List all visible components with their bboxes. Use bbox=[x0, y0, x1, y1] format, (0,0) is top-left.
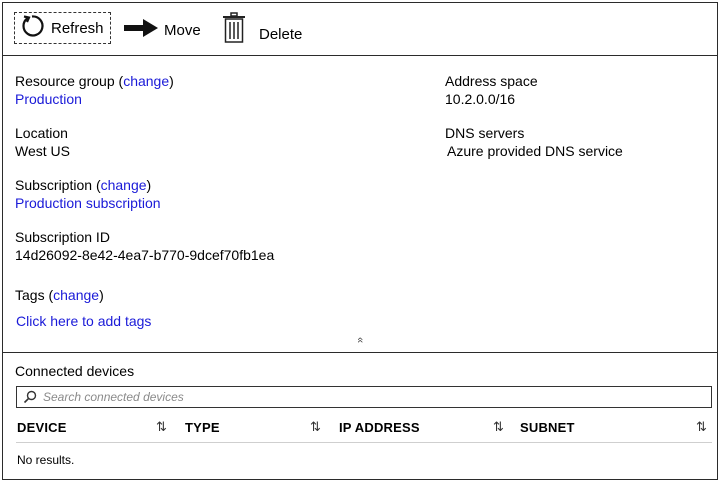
tags-change-link[interactable]: change bbox=[53, 287, 99, 303]
subscription-change-link[interactable]: change bbox=[101, 177, 147, 193]
sort-subnet-icon[interactable]: ⇅ bbox=[696, 419, 707, 435]
essentials-section: Resource group (change) Production Locat… bbox=[3, 55, 717, 353]
tags-label: Tags bbox=[15, 287, 45, 303]
collapse-chevron-icon[interactable]: « bbox=[351, 333, 369, 347]
refresh-button[interactable]: Refresh bbox=[14, 12, 111, 44]
dns-servers-label: DNS servers bbox=[445, 125, 525, 141]
search-input[interactable] bbox=[43, 390, 683, 404]
location-field: Location West US bbox=[15, 124, 70, 160]
connected-devices-section: Connected devices DEVICE ⇅ TYPE ⇅ IP ADD… bbox=[3, 352, 717, 479]
devices-table-header: DEVICE ⇅ TYPE ⇅ IP ADDRESS ⇅ SUBNET ⇅ bbox=[16, 416, 712, 443]
connected-devices-title: Connected devices bbox=[15, 363, 135, 379]
empty-table-message: No results. bbox=[17, 453, 75, 467]
location-value: West US bbox=[15, 143, 70, 159]
location-label: Location bbox=[15, 125, 68, 141]
command-bar: Refresh Move Delete bbox=[3, 3, 717, 56]
resource-group-label: Resource group bbox=[15, 73, 115, 89]
subscription-value-link[interactable]: Production subscription bbox=[15, 194, 161, 212]
subscription-label: Subscription bbox=[15, 177, 93, 193]
move-button[interactable]: Move bbox=[124, 17, 201, 43]
subscription-id-field: Subscription ID 14d26092-8e42-4ea7-b770-… bbox=[15, 228, 274, 264]
address-space-field: Address space 10.2.0.0/16 bbox=[445, 72, 538, 108]
address-space-label: Address space bbox=[445, 73, 538, 89]
refresh-label: Refresh bbox=[51, 19, 104, 37]
sort-device-icon[interactable]: ⇅ bbox=[156, 419, 167, 435]
subscription-field: Subscription (change) Production subscri… bbox=[15, 177, 161, 212]
delete-label: Delete bbox=[259, 25, 303, 43]
tags-field: Tags (change) Click here to add tags bbox=[15, 287, 152, 330]
arrow-right-icon bbox=[124, 19, 158, 41]
column-header-ip-address[interactable]: IP ADDRESS bbox=[339, 420, 420, 435]
trash-icon bbox=[221, 12, 247, 48]
move-label: Move bbox=[164, 21, 201, 39]
subscription-id-label: Subscription ID bbox=[15, 229, 110, 245]
resource-panel: Refresh Move Delete Resource group (chan… bbox=[2, 2, 718, 480]
subscription-id-value: 14d26092-8e42-4ea7-b770-9dcef70fb1ea bbox=[15, 247, 275, 263]
resource-group-value-link[interactable]: Production bbox=[15, 90, 174, 108]
resource-group-change-link[interactable]: change bbox=[123, 73, 169, 89]
address-space-value: 10.2.0.0/16 bbox=[445, 91, 516, 107]
add-tags-link[interactable]: Click here to add tags bbox=[16, 312, 151, 330]
column-header-subnet[interactable]: SUBNET bbox=[520, 420, 575, 435]
column-header-type[interactable]: TYPE bbox=[185, 420, 220, 435]
dns-servers-field: DNS servers Azure provided DNS service bbox=[445, 124, 623, 160]
search-box[interactable] bbox=[16, 386, 712, 408]
sort-type-icon[interactable]: ⇅ bbox=[310, 419, 321, 435]
dns-servers-value: Azure provided DNS service bbox=[447, 143, 623, 159]
sort-ip-address-icon[interactable]: ⇅ bbox=[493, 419, 504, 435]
resource-group-field: Resource group (change) Production bbox=[15, 73, 174, 108]
search-icon bbox=[23, 390, 37, 404]
refresh-icon bbox=[19, 13, 45, 43]
delete-button[interactable]: Delete bbox=[221, 12, 303, 48]
column-header-device[interactable]: DEVICE bbox=[17, 420, 67, 435]
